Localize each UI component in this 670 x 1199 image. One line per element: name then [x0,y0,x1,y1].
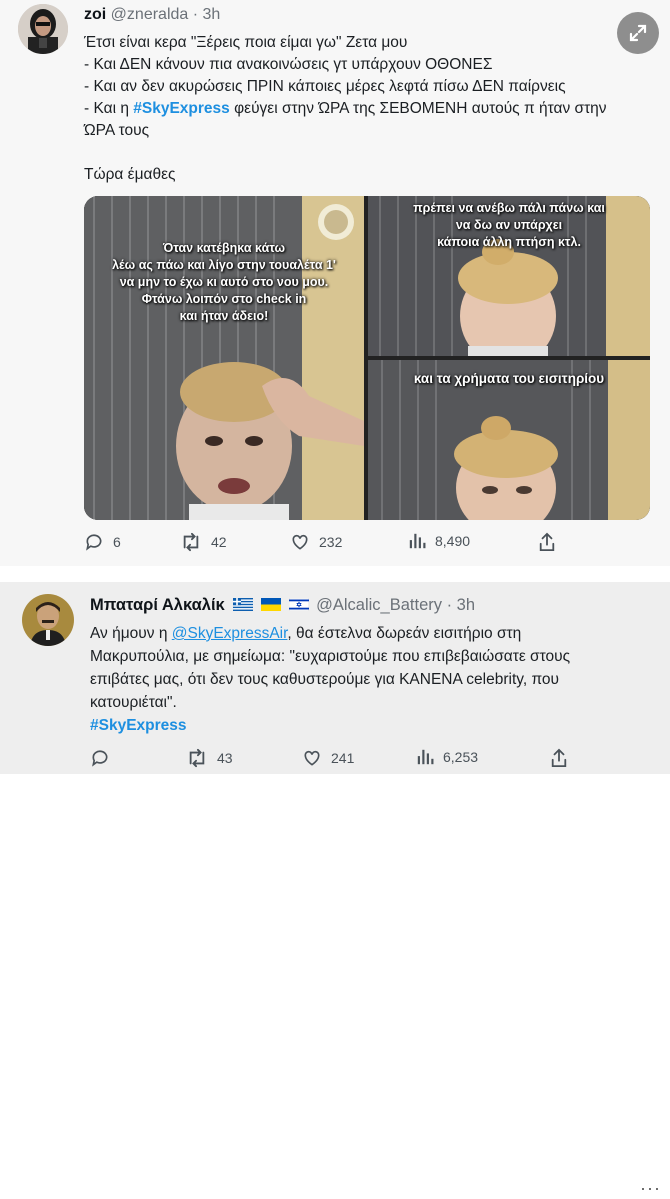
timestamp[interactable]: · 3h [193,6,221,23]
reply-button[interactable]: 6 [84,532,121,552]
reply-icon [92,750,108,767]
share-button[interactable] [538,532,556,552]
hashtag-link[interactable]: #SkyExpress [90,717,187,734]
tweet-line: - Και αν δεν ακυρώσεις ΠΡΙΝ κάποιες μέρε… [84,78,566,95]
tweet-card-zoi[interactable]: zoi @zneralda · 3h Έτσι είναι κερα "Ξέρε… [0,0,670,566]
views-count: 6,253 [443,749,479,765]
caption-line: πρέπει να ανέβω πάλι πάνω και [413,201,605,215]
reply-button[interactable] [90,748,110,768]
caption-line: να μην το έχω κι αυτό στο νου μου. [119,275,329,289]
hashtag-link[interactable]: #SkyExpress [133,100,230,117]
caption-line: κάποια άλλη πτήση κτλ. [437,235,581,249]
tweet-text: Έτσι είναι κερα "Ξέρεις ποια είμαι γω" Ζ… [84,32,607,186]
display-name[interactable]: zoi [84,6,106,23]
heart-icon [304,750,320,766]
views-count: 8,490 [435,533,471,549]
text-fragment: Αν ήμουν η [90,625,168,642]
reply-icon [86,534,102,551]
mention-link[interactable]: @SkyExpressAir [172,625,288,642]
like-count: 232 [319,534,343,550]
text-fragment: - Και η [84,100,129,117]
tweet-line: κατουριέται". [90,694,177,711]
tweet-text: Αν ήμουν η @SkyExpressAir, θα έστελνα δω… [90,622,570,737]
greek-flag-icon [233,598,254,611]
share-icon [539,532,555,551]
retweet-count: 42 [211,534,227,550]
tweet-line: επιβάτες μας, ότι δεν τους καθυστερούμε … [90,671,560,688]
tweet-actions: 43 241 6,253 [90,748,650,772]
flag-emojis [233,596,316,614]
views-icon [417,749,434,765]
text-fragment: φεύγει στην ΏΡΑ της ΣΕΒΟΜΕΝΗ αυτούς π ήτ… [234,100,607,117]
retweet-icon [189,748,205,768]
handle[interactable]: @Alcalic_Battery [316,596,442,614]
video-frame-bottom-right[interactable]: και τα χρήματα του εισιτηρίου [368,360,650,520]
video-frame-left[interactable]: Όταν κατέβηκα κάτω λέω ας πάω και λίγο σ… [84,196,364,520]
views-icon [409,533,426,549]
caption-line: Όταν κατέβηκα κάτω [162,241,286,255]
israel-flag-icon [288,598,309,611]
expand-icon[interactable] [617,12,659,54]
video-caption: πρέπει να ανέβω πάλι πάνω και να δω αν υ… [378,200,640,251]
tweet-line: Έτσι είναι κερα "Ξέρεις ποια είμαι γω" Ζ… [84,34,408,51]
ukraine-flag-icon [260,598,281,611]
text-fragment: , θα έστελνα δωρεάν εισιτήριο στη [287,625,522,642]
caption-line: λέω ας πάω και λίγο στην τουαλέτα 1' [112,258,336,272]
tweet-card-alcalic[interactable]: Μπαταρί Αλκαλίκ @Alcalic_Battery · 3h ··… [0,582,670,1198]
media-collage[interactable]: Όταν κατέβηκα κάτω λέω ας πάω και λίγο σ… [84,196,650,520]
display-name[interactable]: Μπαταρί Αλκαλίκ [90,596,225,614]
share-button[interactable] [550,748,568,768]
like-count: 241 [331,750,355,766]
timestamp[interactable]: · 3h [447,596,475,614]
tweet-line: #SkyExpress [90,714,570,737]
tweet-line: - Και ΔΕΝ κάνουν πια ανακοινώσεις γτ υπά… [84,56,493,73]
reply-count: 6 [113,534,121,550]
caption-line: και ήταν άδειο! [179,309,269,323]
views-button[interactable]: 8,490 [408,532,470,550]
tweet-line: Αν ήμουν η @SkyExpressAir, θα έστελνα δω… [90,622,570,645]
tweet-line: ΏΡΑ τους [84,122,150,139]
avatar[interactable] [18,4,68,54]
retweet-button[interactable]: 43 [186,748,233,768]
tweet-line: Μακρυπούλια, με σημείωμα: "ευχαριστούμε … [90,648,571,665]
like-button[interactable]: 232 [290,532,342,552]
views-button[interactable]: 6,253 [416,748,478,766]
caption-line: Φτάνω λοιπόν στο check in [141,292,307,306]
tweet-line: - Και η #SkyExpress φεύγει στην ΏΡΑ της … [84,98,607,120]
tweet-line: Τώρα έμαθες [84,166,176,183]
share-icon [551,748,567,767]
retweet-icon [183,532,199,552]
retweet-count: 43 [217,750,233,766]
caption-line: να δω αν υπάρχει [455,218,563,232]
video-caption: Όταν κατέβηκα κάτω λέω ας πάω και λίγο σ… [94,240,354,325]
video-caption: και τα χρήματα του εισιτηρίου [413,371,605,386]
more-options-icon[interactable]: ··· [640,1178,661,1199]
retweet-button[interactable]: 42 [180,532,227,552]
avatar[interactable] [22,594,74,646]
like-button[interactable]: 241 [302,748,354,768]
tweet-actions: 6 42 232 8,490 [84,532,650,556]
handle[interactable]: @zneralda [111,6,189,23]
video-frame-top-right[interactable]: πρέπει να ανέβω πάλι πάνω και να δω αν υ… [368,196,650,356]
heart-icon [292,534,308,550]
